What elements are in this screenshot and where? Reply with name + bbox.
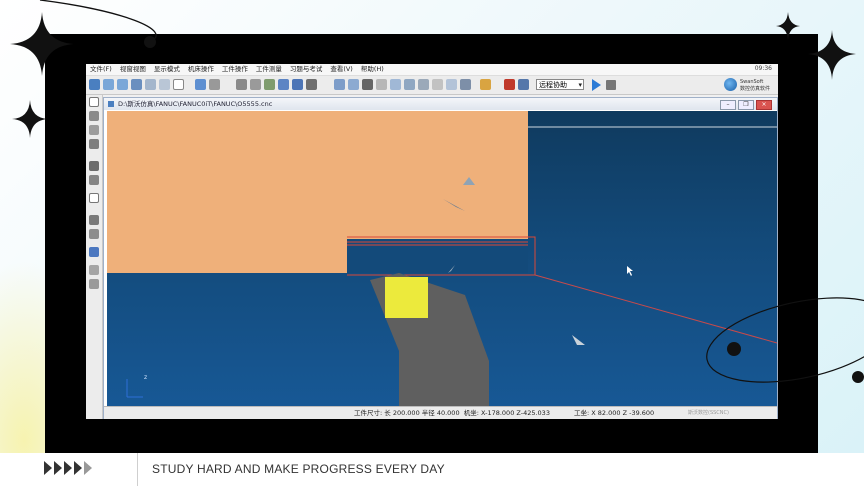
rotate-view-icon[interactable] [89,111,99,121]
save-icon[interactable] [89,79,100,90]
document-path: D:\斯沃仿真\FANUC\FANUC0iT\FANUC\O5555.cnc [118,100,273,108]
menu-bar: 文件(F) 视窗视图 显示模式 机床操作 工件操作 工件测量 习题与考试 查看(… [86,64,778,76]
simulator-window: 文件(F) 视窗视图 显示模式 机床操作 工件操作 工件测量 习题与考试 查看(… [86,64,778,419]
footer-arrows-icon [44,461,92,475]
cut-section-icon[interactable] [348,79,359,90]
axis-icon[interactable] [418,79,429,90]
document-window: D:\斯沃仿真\FANUC\FANUC0iT\FANUC\O5555.cnc –… [103,97,778,419]
document-icon [108,101,114,107]
rotate-icon[interactable] [145,79,156,90]
minimize-button[interactable]: – [720,100,736,110]
menu-file[interactable]: 文件(F) [86,64,116,75]
brand-subtitle: 数控仿真软件 [740,86,771,92]
path-display-icon[interactable] [390,79,401,90]
menu-display-mode[interactable]: 显示模式 [150,64,184,75]
menu-view[interactable]: 查看(V) [326,64,357,75]
side-view-icon[interactable] [89,193,99,203]
mouse-cursor-icon [627,266,633,276]
zoom-in-icon[interactable] [103,79,114,90]
zoom-fit-icon[interactable] [131,79,142,90]
zoom-out-icon[interactable] [117,79,128,90]
brand-logo: SwanSoft 数控仿真软件 [722,76,778,94]
status-workpiece-coords: 工坐: X 82.000 Z -39.600 [574,409,655,417]
coolant-icon[interactable] [264,79,275,90]
menu-exercises[interactable]: 习题与考试 [286,64,327,75]
tailstock-icon[interactable] [306,79,317,90]
chuck-icon[interactable] [250,79,261,90]
front-view-icon[interactable] [89,161,99,171]
brand-name: SwanSoft [740,79,764,85]
workpiece-icon[interactable] [334,79,345,90]
teacher-icon[interactable] [518,79,529,90]
sparkle-star-small-icon [12,100,48,138]
window-icon[interactable] [173,79,184,90]
shading-icon[interactable] [89,279,99,289]
menu-machine-ops[interactable]: 机床操作 [184,64,218,75]
footer-slogan: STUDY HARD AND MAKE PROGRESS EVERY DAY [152,462,445,476]
close-button[interactable]: × [756,100,772,110]
ruler-icon[interactable] [404,79,415,90]
clock: 09:36 [754,65,772,72]
stop-icon[interactable] [606,80,616,90]
tool-icon[interactable] [236,79,247,90]
scene-graphics: z [107,111,777,406]
network-icon[interactable] [480,79,491,90]
status-workpiece-size: 工件尺寸: 长 200.000 半径 40.000 机坐: X-178.000 … [354,409,550,417]
toolpath-return [534,274,777,344]
clamp-icon[interactable] [362,79,373,90]
pan-icon[interactable] [159,79,170,90]
status-bar: 工件尺寸: 长 200.000 半径 40.000 机坐: X-178.000 … [104,406,777,419]
status-watermark: 斯沃数控(SSCNC) [688,410,729,416]
view-front-icon[interactable] [195,79,206,90]
screenshot-icon[interactable] [432,79,443,90]
chip-fragment-4 [572,335,585,345]
toolbar: 远程协助 [86,76,778,95]
record-icon[interactable] [446,79,457,90]
workpiece-lower [107,111,347,273]
reset-view-icon[interactable] [89,229,99,239]
tool-library-icon[interactable] [292,79,303,90]
pan-view-icon[interactable] [89,125,99,135]
cut-groove [347,239,528,273]
axis-label-z: z [144,374,147,381]
measure-icon[interactable] [278,79,289,90]
document-titlebar: D:\斯沃仿真\FANUC\FANUC0iT\FANUC\O5555.cnc –… [104,98,777,110]
iso-view-icon[interactable] [89,215,99,225]
status-machine-coords: 机坐: X-178.000 Z-425.033 [463,409,550,417]
remote-icon[interactable] [504,79,515,90]
restore-button[interactable]: ❐ [738,100,754,110]
swansoft-logo-icon [724,78,737,91]
zoom-view-icon[interactable] [89,139,99,149]
menu-view-window[interactable]: 视窗视图 [116,64,150,75]
vertical-toolbar [86,95,103,419]
menu-workpiece-ops[interactable]: 工件操作 [218,64,252,75]
color-select-icon[interactable] [209,79,220,90]
chip-icon[interactable] [376,79,387,90]
grid-icon[interactable] [460,79,471,90]
top-view-icon[interactable] [89,175,99,185]
wireframe-icon[interactable] [89,265,99,275]
footer-divider [137,453,138,486]
display-mode-icon[interactable] [89,247,99,257]
menu-workpiece-measure[interactable]: 工件测量 [252,64,286,75]
play-icon[interactable] [592,79,601,91]
tool-insert [385,277,428,318]
simulation-viewport[interactable]: z [107,111,777,406]
menu-help[interactable]: 帮助(H) [357,64,388,75]
assist-mode-select[interactable]: 远程协助 [536,79,584,90]
orbit-dot-right [852,371,864,383]
select-icon[interactable] [89,97,99,107]
